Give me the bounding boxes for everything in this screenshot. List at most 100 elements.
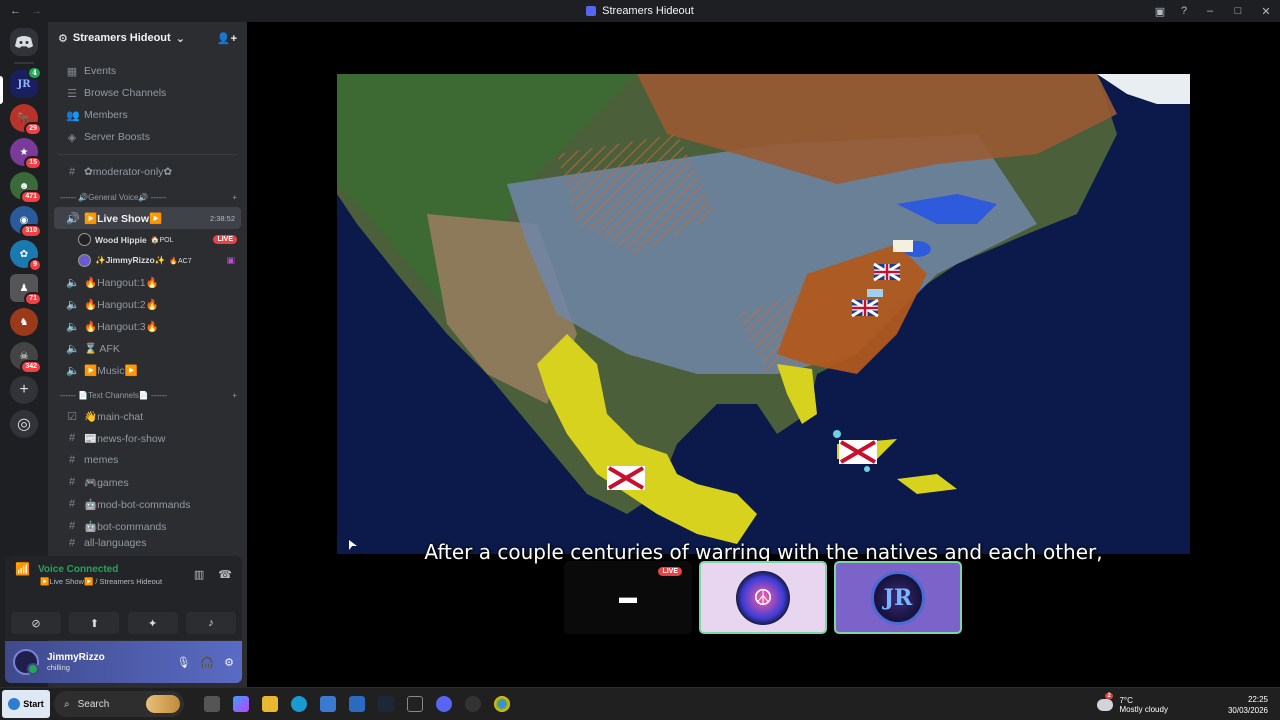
server-icon[interactable]: ◉ 310 — [10, 206, 42, 238]
active-server-pill — [0, 76, 3, 104]
steam-icon[interactable] — [378, 696, 394, 712]
server-icon[interactable]: ☻ 471 — [10, 172, 42, 204]
add-channel-icon[interactable]: + — [232, 193, 237, 202]
add-channel-icon[interactable]: + — [232, 391, 237, 400]
text-channel[interactable]: # 🤖bot-commands — [54, 515, 241, 537]
voice-user[interactable]: Wood Hippie 🏠POL LIVE — [48, 229, 247, 250]
voice-channel[interactable]: 🔈 ▶️Music▶️ — [54, 359, 241, 381]
colonial-flag-icon — [893, 240, 913, 252]
voice-user[interactable]: ✨JimmyRizzo✨ 🔥AC7 ▣ — [48, 250, 247, 271]
soundboard-button[interactable]: ♪ — [185, 612, 236, 634]
maximize-button[interactable]: □ — [1224, 5, 1252, 17]
discord-home-button[interactable] — [10, 28, 38, 56]
clock[interactable]: 22:25 30/03/2026 — [1228, 694, 1268, 716]
channel-label: ⌛ AFK — [84, 342, 120, 355]
channel-label: 🔥Hangout:2🔥 — [84, 298, 159, 311]
server-badge: 471 — [20, 190, 42, 204]
share-screen-button[interactable]: ⬆ — [69, 612, 120, 634]
camera-off-button[interactable]: ⊘ — [11, 612, 61, 634]
store-icon[interactable] — [320, 696, 336, 712]
start-button[interactable]: Start — [2, 690, 50, 718]
chrome-icon[interactable] — [494, 696, 510, 712]
discord-logo-icon — [15, 36, 33, 48]
channel-label: ✿moderator-only✿ — [84, 166, 173, 178]
mail-icon[interactable] — [349, 696, 365, 712]
explore-servers-button[interactable]: ◎ — [10, 410, 38, 438]
discord-taskbar-icon[interactable] — [436, 696, 452, 712]
server-badge: 9 — [28, 258, 42, 272]
search-placeholder: Search — [77, 698, 110, 710]
nav-browse-channels[interactable]: ☰ Browse Channels — [54, 82, 241, 104]
burgundy-cross-flag-icon — [839, 440, 877, 464]
task-view-icon[interactable] — [204, 696, 220, 712]
server-settings-icon: ⚙ — [58, 32, 68, 45]
voice-channel[interactable]: 🔈 ⌛ AFK — [54, 337, 241, 359]
channel-label: 📰news-for-show — [84, 432, 166, 445]
weather-widget[interactable]: 2 7°C Mostly cloudy — [1097, 692, 1168, 714]
monitor-icon: ▬ — [619, 587, 637, 607]
channel-moderator-only[interactable]: # ✿moderator-only✿ — [54, 161, 241, 183]
add-server-button[interactable]: + — [10, 376, 38, 404]
voice-user-name: ✨JimmyRizzo✨ — [95, 255, 166, 265]
server-badge: 15 — [24, 156, 42, 170]
burgundy-cross-flag-icon — [607, 466, 645, 490]
server-icon[interactable]: ♟ 71 — [10, 274, 42, 306]
participant-tile-jimmyrizzo[interactable]: JR — [834, 561, 962, 634]
nav-label: Server Boosts — [84, 131, 150, 143]
taskbar-search[interactable]: ⌕ Search — [54, 691, 184, 717]
edge-icon[interactable] — [291, 696, 307, 712]
close-button[interactable]: ✕ — [1252, 5, 1280, 18]
stream-video[interactable] — [337, 74, 1190, 554]
disconnect-icon[interactable]: ☎ — [218, 568, 232, 581]
server-icon-jr[interactable]: JR 4 — [10, 66, 42, 98]
headphones-icon[interactable]: 🎧 — [200, 656, 214, 669]
participant-tile-wood-hippie[interactable]: ☮ — [699, 561, 827, 634]
cloud-icon: 2 — [1097, 692, 1114, 711]
speaker-icon: 🔊 — [66, 212, 80, 225]
copilot-icon[interactable] — [233, 696, 249, 712]
user-avatar[interactable] — [13, 649, 39, 675]
server-icon[interactable]: ☠ 342 — [10, 342, 42, 374]
app-icon[interactable] — [407, 696, 423, 712]
user-name[interactable]: JimmyRizzo — [47, 652, 105, 663]
hash-icon: # — [68, 498, 76, 510]
inbox-icon[interactable]: ▣ — [1148, 5, 1172, 18]
voice-channel[interactable]: 🔈 🔥Hangout:3🔥 — [54, 315, 241, 337]
voice-channel[interactable]: 🔈 🔥Hangout:2🔥 — [54, 293, 241, 315]
server-icon[interactable]: ★ 15 — [10, 138, 42, 170]
voice-status[interactable]: Voice Connected — [38, 564, 118, 575]
help-icon[interactable]: ? — [1172, 5, 1196, 17]
microphone-icon[interactable]: 🎙 — [176, 656, 190, 669]
noise-suppression-icon[interactable]: ▥ — [194, 568, 204, 581]
obs-icon[interactable] — [465, 696, 481, 712]
minimize-button[interactable]: – — [1196, 5, 1224, 17]
nav-label: Events — [84, 65, 117, 77]
british-flag-icon — [851, 298, 879, 318]
text-channel[interactable]: # all-languages — [54, 537, 241, 549]
voice-channel-live-show[interactable]: 🔊 ▶️Live Show▶️ 2:38:52 — [54, 207, 241, 229]
text-channel[interactable]: # 🎮games — [54, 471, 241, 493]
channel-label: 👋main-chat — [84, 410, 144, 423]
server-icon[interactable]: ✿ 9 — [10, 240, 42, 272]
invite-people-icon[interactable]: 👤+ — [217, 32, 237, 45]
voice-category[interactable]: ------ 🔊General Voice🔊 ------ + — [48, 187, 247, 207]
server-header[interactable]: ⚙ Streamers Hideout ⌄ 👤+ — [48, 22, 247, 54]
nav-server-boosts[interactable]: ◈ Server Boosts — [54, 126, 241, 148]
nav-events[interactable]: ▦ Events — [54, 60, 241, 82]
gear-icon[interactable]: ⚙ — [224, 656, 234, 669]
text-channel[interactable]: # 📰news-for-show — [54, 427, 241, 449]
signal-icon[interactable]: 📶 — [15, 562, 30, 576]
server-icon[interactable]: ♞ — [10, 308, 38, 336]
voice-channel[interactable]: 🔈 🔥Hangout:1🔥 — [54, 271, 241, 293]
nav-members[interactable]: 👥 Members — [54, 104, 241, 126]
server-badge: 71 — [24, 292, 42, 306]
screenshare-tile[interactable]: LIVE ▬ — [564, 561, 692, 634]
text-channel[interactable]: # 🤖mod-bot-commands — [54, 493, 241, 515]
text-channel[interactable]: # memes — [54, 449, 241, 471]
text-category[interactable]: ------ 📄Text Channels📄 ------ + — [48, 385, 247, 405]
british-flag-icon — [873, 262, 901, 282]
activities-button[interactable]: ✦ — [127, 612, 178, 634]
text-channel[interactable]: ☑ 👋main-chat — [54, 405, 241, 427]
file-explorer-icon[interactable] — [262, 696, 278, 712]
server-icon[interactable]: 🐂 29 — [10, 104, 42, 136]
